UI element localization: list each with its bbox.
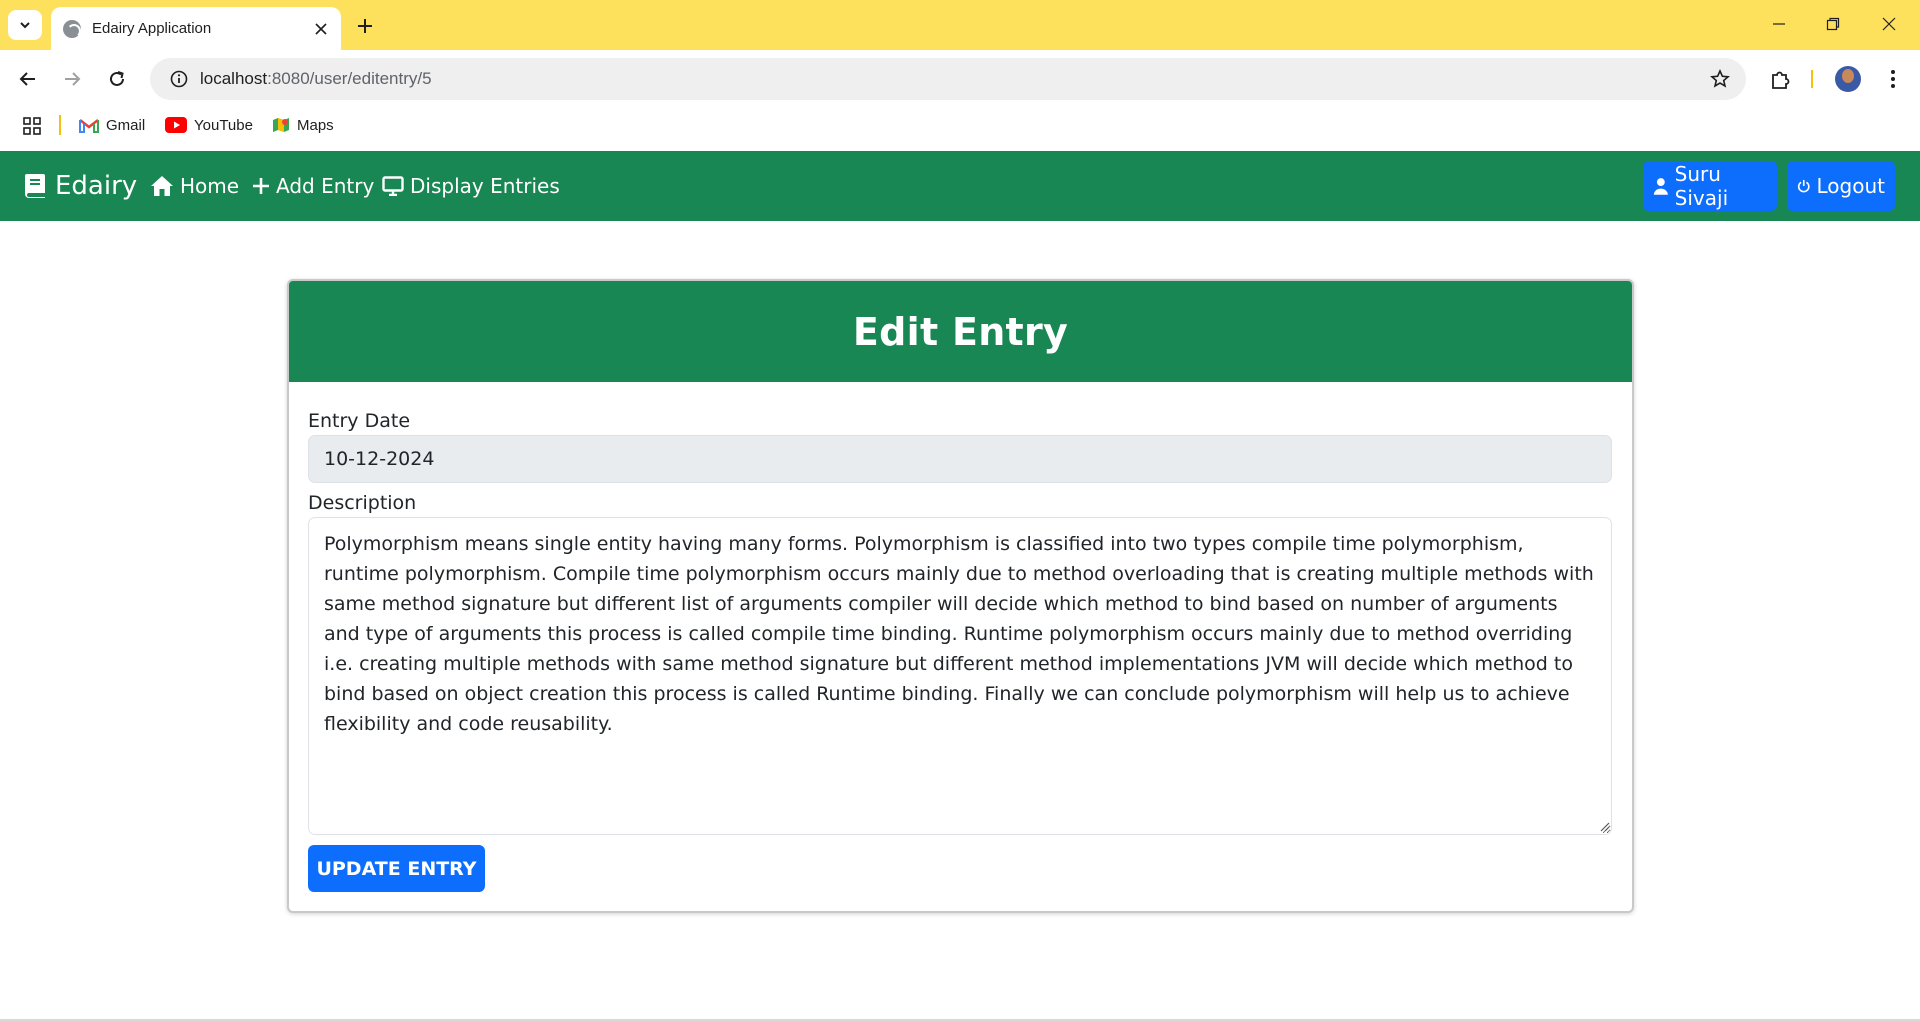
extensions-puzzle-icon[interactable] [1768, 66, 1794, 92]
update-entry-button[interactable]: UPDATE ENTRY [308, 845, 485, 892]
bookmark-label: Maps [297, 116, 334, 134]
user-icon [1653, 178, 1668, 195]
reload-button[interactable] [101, 63, 133, 95]
nav-home-label: Home [180, 174, 240, 198]
home-icon [151, 176, 173, 196]
bookmark-gmail[interactable]: Gmail [79, 114, 145, 136]
power-icon [1797, 179, 1810, 193]
close-window-button[interactable] [1866, 8, 1912, 40]
more-vertical-icon [1891, 70, 1895, 88]
monitor-icon [382, 176, 404, 196]
description-label: Description [308, 492, 417, 514]
nav-home[interactable]: Home [150, 151, 239, 221]
minimize-button[interactable] [1756, 8, 1802, 40]
nav-add-entry[interactable]: Add Entry [252, 151, 374, 221]
chevron-down-icon [20, 22, 30, 29]
nav-add-entry-label: Add Entry [276, 174, 375, 198]
maps-icon [273, 118, 289, 132]
tab-search-button[interactable] [8, 10, 42, 40]
forward-button[interactable] [56, 63, 88, 95]
page-title: Edit Entry [852, 309, 1069, 354]
site-info-icon[interactable] [158, 70, 200, 88]
nav-display-entries[interactable]: Display Entries [382, 151, 560, 221]
entry-date-label: Entry Date [308, 410, 411, 432]
logout-button[interactable]: Logout [1787, 161, 1895, 211]
restore-icon [1826, 17, 1840, 31]
tab-close-button[interactable] [311, 19, 331, 39]
browser-menu-button[interactable] [1880, 66, 1906, 92]
gmail-icon [79, 119, 99, 133]
youtube-icon [165, 117, 187, 133]
edit-entry-card: Edit Entry Entry Date 10-12-2024 Descrip… [287, 279, 1634, 913]
brand-link[interactable]: Edairy [24, 151, 137, 221]
bookmark-star-icon[interactable] [1710, 69, 1730, 94]
bookmarks-separator [59, 115, 61, 135]
bookmark-label: YouTube [194, 116, 253, 134]
address-bar[interactable]: localhost:8080/user/editentry/5 [150, 58, 1746, 100]
card-header: Edit Entry [289, 281, 1632, 382]
book-icon [25, 174, 45, 198]
description-textarea[interactable]: Polymorphism means single entity having … [308, 517, 1612, 835]
profile-avatar[interactable] [1835, 66, 1861, 92]
apps-grid-icon[interactable] [22, 116, 42, 136]
restore-button[interactable] [1810, 8, 1856, 40]
bookmark-maps[interactable]: Maps [272, 114, 334, 136]
back-button[interactable] [12, 63, 44, 95]
entry-date-field[interactable]: 10-12-2024 [308, 435, 1612, 483]
reload-icon [110, 71, 124, 86]
new-tab-button[interactable] [350, 12, 380, 40]
resize-handle-icon[interactable] [1600, 822, 1610, 832]
close-icon [1882, 17, 1896, 31]
brand-name: Edairy [55, 171, 138, 201]
user-profile-button[interactable]: Suru Sivaji [1643, 161, 1777, 211]
url-path: :8080/user/editentry/5 [267, 69, 432, 88]
arrow-left-icon [19, 72, 35, 86]
tab-title: Edairy Application [92, 20, 212, 37]
url-text: localhost:8080/user/editentry/5 [200, 69, 432, 89]
globe-icon [63, 19, 81, 38]
browser-tab[interactable]: Edairy Application [51, 7, 341, 50]
logout-label: Logout [1816, 174, 1885, 198]
bookmark-youtube[interactable]: YouTube [165, 114, 253, 136]
user-name: Suru Sivaji [1674, 162, 1729, 210]
app-navbar: Edairy Home Add Entry Display Entries Su… [0, 151, 1920, 221]
close-icon [315, 22, 327, 35]
arrow-right-icon [65, 72, 81, 86]
nav-display-entries-label: Display Entries [410, 174, 560, 198]
browser-tab-strip: Edairy Application [0, 0, 1920, 50]
toolbar-divider [1811, 70, 1813, 88]
plus-icon [253, 178, 269, 194]
minimize-icon [1773, 23, 1785, 25]
url-host: localhost [200, 69, 268, 88]
bookmark-label: Gmail [106, 116, 146, 134]
plus-icon [358, 19, 372, 33]
